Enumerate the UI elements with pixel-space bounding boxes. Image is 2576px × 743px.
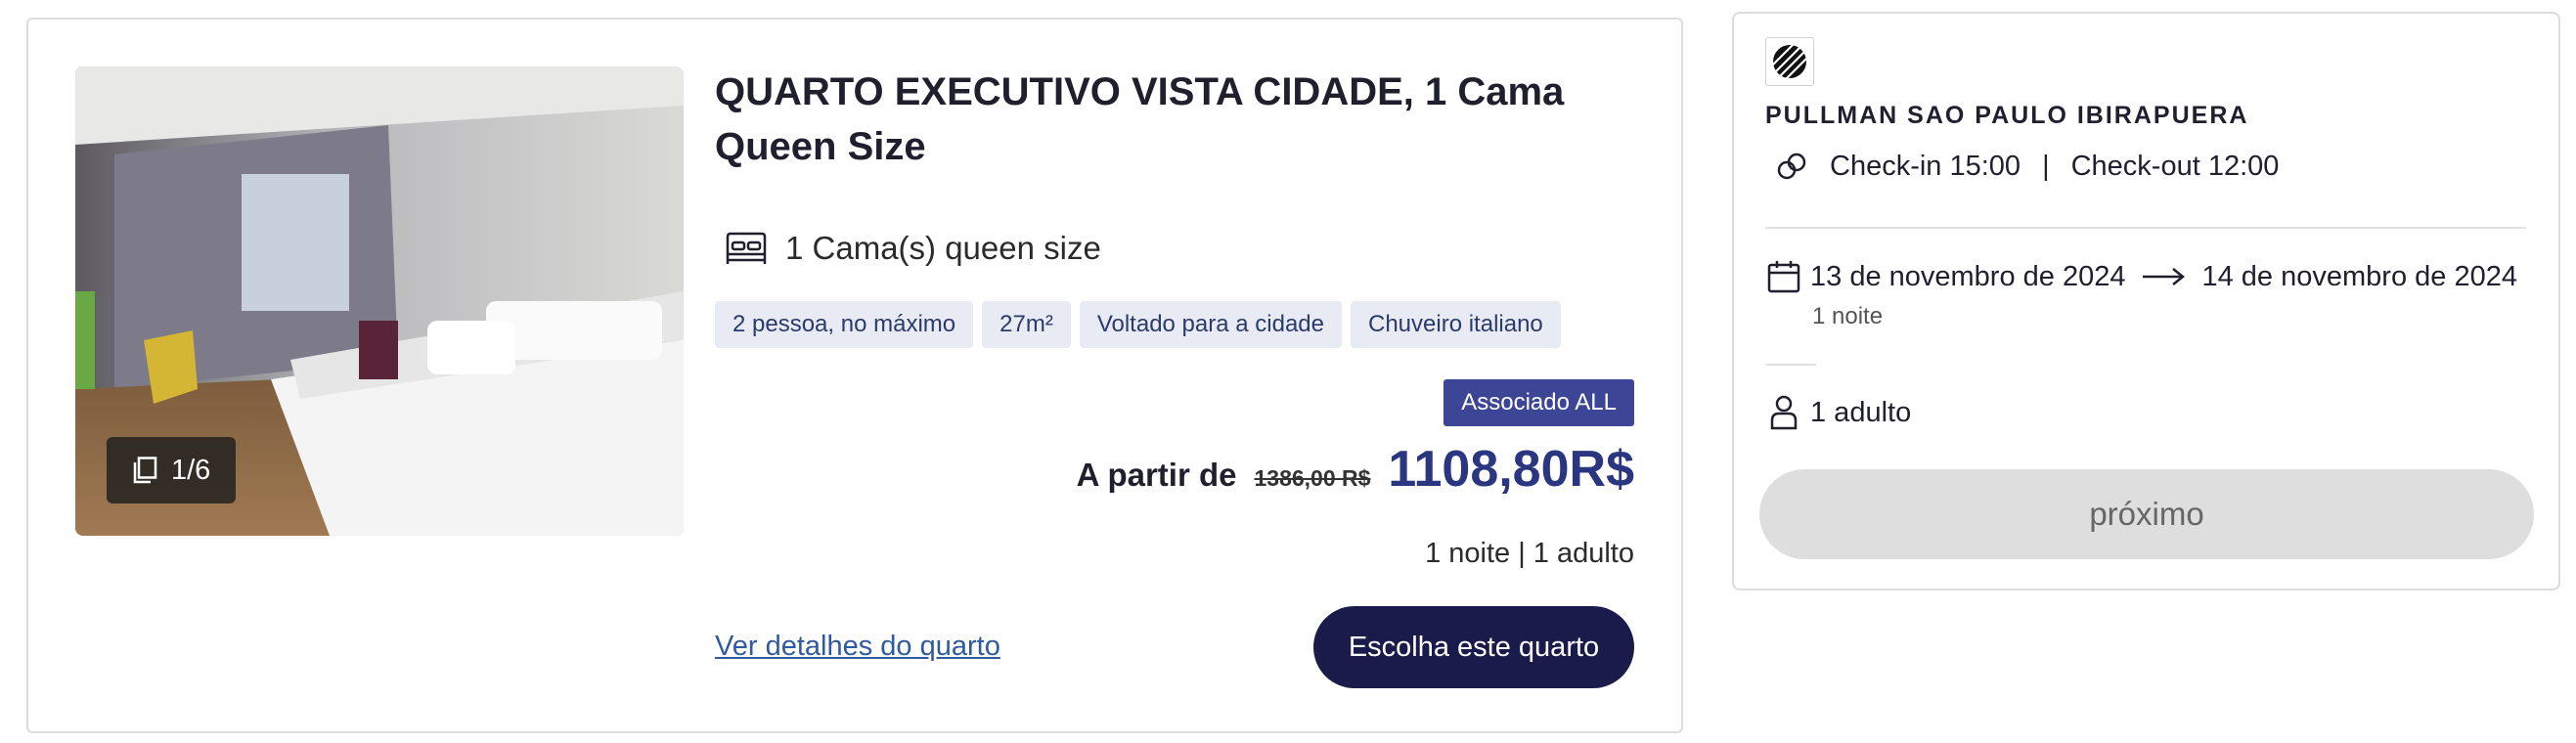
arrow-right-icon xyxy=(2143,268,2186,285)
guests-count: 1 adulto xyxy=(1810,396,1912,428)
checkout-time: Check-out 12:00 xyxy=(2070,151,2280,182)
dates-row: 13 de novembro de 2024 14 de novembro de… xyxy=(1767,260,2517,293)
hotel-logo-mark xyxy=(1769,41,1810,82)
date-from: 13 de novembro de 2024 xyxy=(1810,260,2126,292)
bed-info: 1 Cama(s) queen size xyxy=(725,230,1101,267)
tag-size: 27m² xyxy=(982,301,1071,348)
calendar-icon xyxy=(1767,261,1800,293)
nights-count: 1 noite xyxy=(1812,303,1884,329)
photo-counter[interactable]: 1/6 xyxy=(107,437,237,503)
tag-shower: Chuveiro italiano xyxy=(1351,301,1561,348)
hotel-name: PULLMAN SAO PAULO IBIRAPUERA xyxy=(1765,102,2249,129)
price-row: A partir de 1386,00 R$ 1108,80R$ xyxy=(1077,440,1634,499)
room-card: 1/6 QUARTO EXECUTIVO VISTA CIDADE, 1 Cam… xyxy=(26,18,1683,733)
divider xyxy=(1765,227,2526,229)
person-icon xyxy=(1770,395,1798,430)
room-tags: 2 pessoa, no máximo 27m² Voltado para a … xyxy=(715,301,1561,348)
checkin-time: Check-in 15:00 xyxy=(1830,151,2021,182)
hotel-logo xyxy=(1765,37,1814,86)
booking-summary-panel: PULLMAN SAO PAULO IBIRAPUERA Check-in 15… xyxy=(1732,12,2560,590)
checkin-separator: | xyxy=(2042,151,2050,182)
price-old: 1386,00 R$ xyxy=(1254,465,1371,491)
tag-view: Voltado para a cidade xyxy=(1079,301,1342,348)
stay-summary: 1 noite | 1 adulto xyxy=(1425,538,1634,569)
choose-room-button[interactable]: Escolha este quarto xyxy=(1313,606,1634,688)
bed-icon xyxy=(726,232,767,264)
guests-row: 1 adulto xyxy=(1769,395,1911,430)
room-details-link[interactable]: Ver detalhes do quarto xyxy=(715,631,1000,663)
member-badge: Associado ALL xyxy=(1443,379,1634,426)
room-photo[interactable]: 1/6 xyxy=(75,66,684,536)
price-new: 1108,80R$ xyxy=(1388,441,1634,498)
checkin-checkout-row: Check-in 15:00 | Check-out 12:00 xyxy=(1775,151,2279,183)
price-from-label: A partir de xyxy=(1076,457,1237,493)
photo-counter-text: 1/6 xyxy=(171,454,211,486)
link-icon xyxy=(1777,153,1806,179)
room-title: QUARTO EXECUTIVO VISTA CIDADE, 1 Cama Qu… xyxy=(715,70,1565,168)
date-to: 14 de novembro de 2024 xyxy=(2201,260,2517,292)
short-divider xyxy=(1765,364,1816,366)
next-button[interactable]: próximo xyxy=(1759,469,2534,559)
tag-capacity: 2 pessoa, no máximo xyxy=(715,301,974,348)
bed-info-text: 1 Cama(s) queen size xyxy=(785,230,1101,266)
gallery-icon xyxy=(133,457,157,484)
